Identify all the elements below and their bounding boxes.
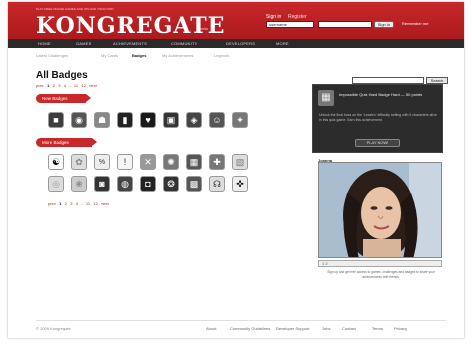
nav-more[interactable]: MORE: [276, 41, 289, 46]
badge-icon[interactable]: ▧: [232, 154, 248, 170]
badge-detail-title: Impossible Quiz Hard Badge Hard — 50 poi…: [339, 92, 423, 97]
pager-next[interactable]: next: [101, 201, 109, 206]
kongregate-window: PLAY FREE ONLINE GAMES AND UPLOAD YOUR O…: [8, 2, 464, 338]
footer-link-support[interactable]: Developer Support: [276, 326, 309, 331]
search-input[interactable]: [352, 77, 424, 84]
badge-icon[interactable]: ▣: [163, 112, 179, 128]
nav-games[interactable]: GAMES: [76, 41, 91, 46]
page-title: All Badges: [36, 70, 88, 81]
badge-icon[interactable]: ❀: [71, 176, 87, 192]
pager-page[interactable]: 12: [81, 83, 85, 88]
badge-icon[interactable]: ☯: [48, 154, 64, 170]
portrait-image: [319, 163, 441, 257]
nav-community[interactable]: COMMUNITY: [171, 41, 197, 46]
footer-divider: [36, 320, 446, 321]
badge-icon[interactable]: ❂: [163, 176, 179, 192]
badge-detail-panel: ▦ Impossible Quiz Hard Badge Hard — 50 p…: [312, 84, 443, 153]
footer-link-guidelines[interactable]: Community Guidelines: [230, 326, 270, 331]
badge-icon[interactable]: ✿: [71, 154, 87, 170]
game-badge-icon: ▦: [318, 90, 334, 106]
nav-achievements[interactable]: ACHIEVEMENTS: [113, 41, 147, 46]
footer-link-contact[interactable]: Contact: [342, 326, 356, 331]
tab-badges[interactable]: Badges: [132, 53, 146, 58]
badge-icon[interactable]: ✦: [232, 112, 248, 128]
pager-ellipsis: ...: [68, 83, 72, 88]
badge-icon[interactable]: ♥: [140, 112, 156, 128]
pager-page[interactable]: 11: [74, 83, 78, 88]
pager-page[interactable]: 3: [70, 201, 72, 206]
footer-copyright: © 2009 Kongregate: [36, 326, 71, 331]
pager-page[interactable]: 4: [76, 201, 78, 206]
remember-me-checkbox[interactable]: Remember me: [402, 21, 428, 26]
register-link[interactable]: Register: [288, 14, 307, 20]
search-button[interactable]: Search: [426, 77, 448, 84]
badge-icon[interactable]: ◈: [186, 112, 202, 128]
badge-icon[interactable]: ▮: [117, 112, 133, 128]
badge-icon[interactable]: ☺: [209, 112, 225, 128]
beta-label: beta: [200, 26, 208, 31]
footer-link-jobs[interactable]: Jobs: [322, 326, 330, 331]
pager-page[interactable]: 4: [64, 83, 66, 88]
pager-prev[interactable]: prev: [36, 83, 44, 88]
pager-page[interactable]: 2: [53, 83, 55, 88]
badge-icon[interactable]: ▩: [186, 176, 202, 192]
pager-page[interactable]: 1: [47, 83, 49, 88]
footer-link-terms[interactable]: Terms: [372, 326, 383, 331]
badge-icon[interactable]: ◙: [94, 176, 110, 192]
tab-my-cards[interactable]: My Cards: [101, 53, 118, 58]
password-field[interactable]: [318, 21, 372, 28]
badge-icon[interactable]: !: [117, 154, 133, 170]
tab-my-achievements[interactable]: My Achievements: [162, 53, 193, 58]
badge-icon[interactable]: %: [94, 154, 110, 170]
photo-caption: Sign up and get free access to games, ch…: [327, 270, 435, 279]
badge-icon[interactable]: ✜: [232, 176, 248, 192]
play-now-button[interactable]: PLAY NOW!: [355, 139, 400, 147]
photo-pagination[interactable]: 1 2: [318, 260, 442, 267]
tagline: PLAY FREE ONLINE GAMES AND UPLOAD YOUR O…: [36, 7, 114, 11]
signin-button[interactable]: Sign In: [374, 21, 394, 28]
pager-page[interactable]: 11: [86, 201, 90, 206]
pager-ellipsis: ...: [80, 201, 84, 206]
pager-next[interactable]: next: [89, 83, 97, 88]
footer-link-privacy[interactable]: Privacy: [394, 326, 407, 331]
signin-label: Sign in: [266, 14, 282, 20]
main-nav: HOME GAMES ACHIEVEMENTS COMMUNITY DEVELO…: [8, 39, 464, 84]
badge-icon[interactable]: ✕: [140, 154, 156, 170]
pager-page[interactable]: 12: [93, 201, 97, 206]
pager-page[interactable]: 2: [65, 201, 67, 206]
pager-prev[interactable]: prev: [48, 201, 56, 206]
nav-developers[interactable]: DEVELOPERS: [226, 41, 255, 46]
badge-icon[interactable]: ☊: [209, 176, 225, 192]
header: PLAY FREE ONLINE GAMES AND UPLOAD YOUR O…: [8, 2, 464, 84]
tab-latest-challenges[interactable]: Latest Challenges: [36, 53, 68, 58]
more-badges-heading: More Badges: [36, 138, 97, 147]
badge-icon[interactable]: ▦: [186, 154, 202, 170]
kongregate-logo[interactable]: KONGREGATE: [36, 13, 225, 39]
username-field[interactable]: username: [266, 21, 314, 28]
badge-detail-description: Unlock the final boss on the 'Lexalex' d…: [319, 113, 437, 122]
badge-icon[interactable]: ◍: [117, 176, 133, 192]
pager-page[interactable]: 1: [59, 201, 61, 206]
badge-icon[interactable]: ✺: [163, 154, 179, 170]
pager-top: prev 1 2 3 4 ... 11 12 next: [36, 83, 97, 88]
nav-home[interactable]: HOME: [38, 41, 51, 46]
badge-icon[interactable]: ◘: [140, 176, 156, 192]
pager-page[interactable]: 3: [58, 83, 60, 88]
footer-link-about[interactable]: About: [206, 326, 216, 331]
badge-icon[interactable]: ☗: [94, 112, 110, 128]
tab-legends[interactable]: Legends: [214, 53, 229, 58]
pager-bottom: prev 1 2 3 4 ... 11 12 next: [48, 201, 109, 206]
profile-photo: [318, 162, 442, 258]
badge-icon[interactable]: ◎: [48, 176, 64, 192]
badge-icon[interactable]: ■: [48, 112, 64, 128]
badge-icon[interactable]: ✚: [209, 154, 225, 170]
badge-icon[interactable]: ◉: [71, 112, 87, 128]
new-badges-heading: New Badges: [36, 94, 91, 103]
